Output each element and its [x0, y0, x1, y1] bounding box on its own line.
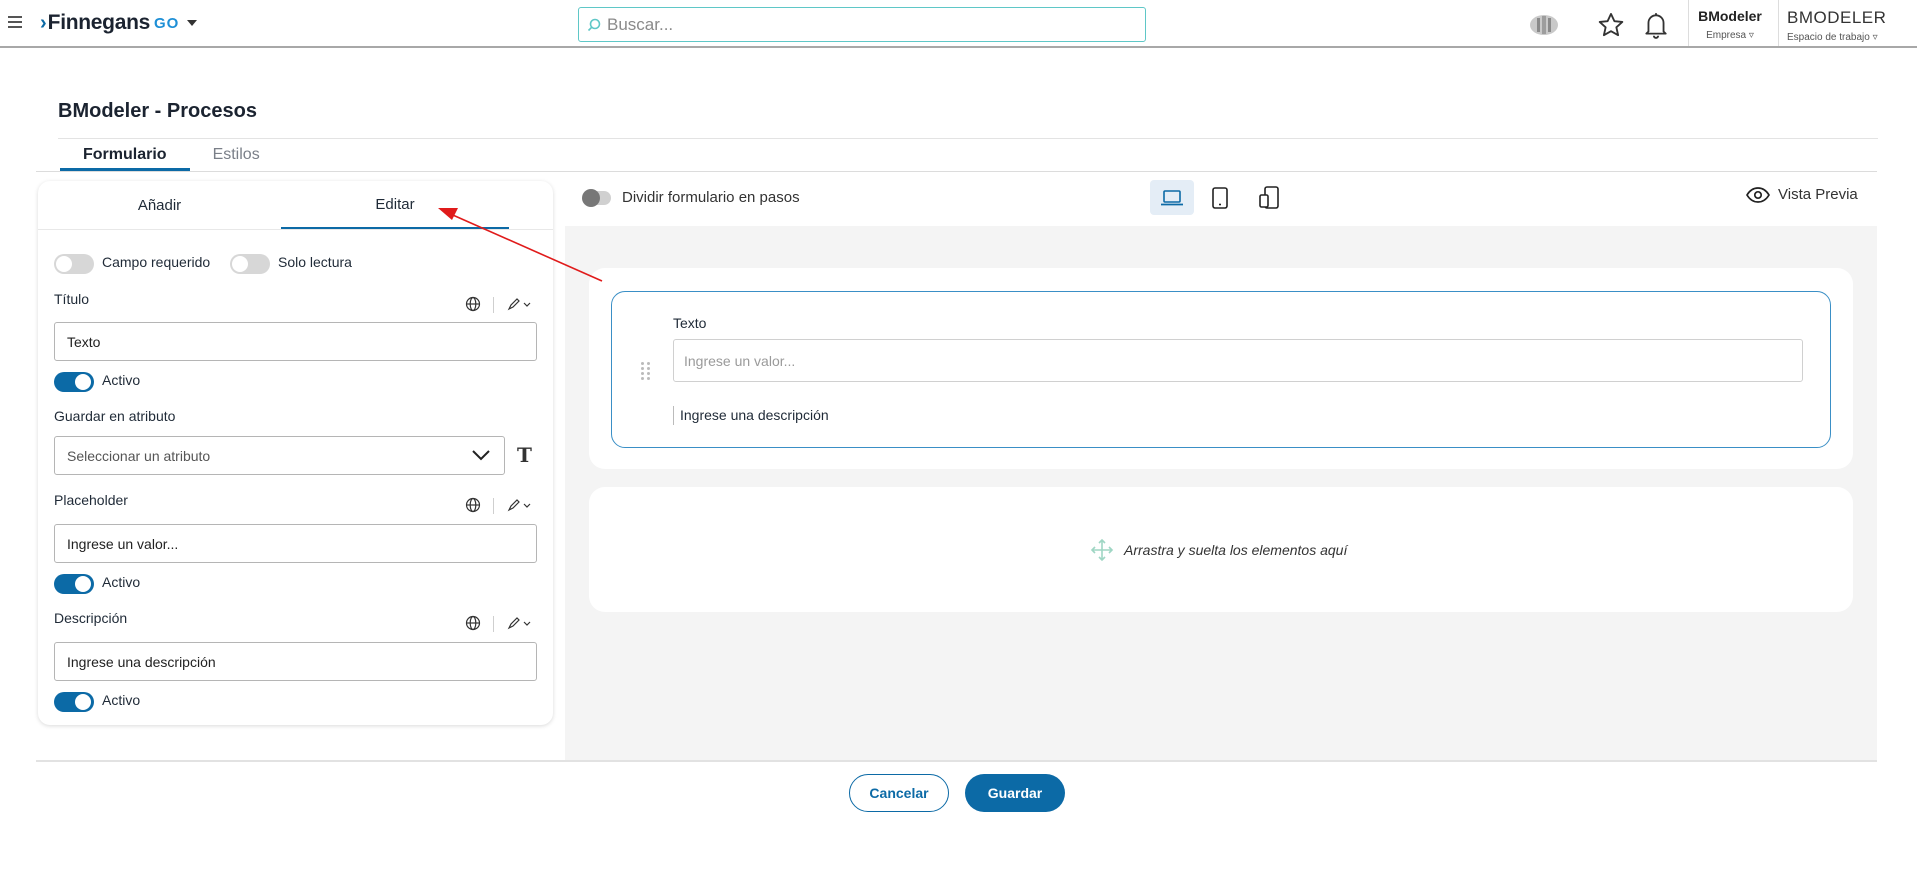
divider: [493, 297, 494, 313]
readonly-label: Solo lectura: [278, 254, 352, 270]
company-label: Empresa ▿: [1706, 30, 1754, 41]
description-input[interactable]: Ingrese una descripción: [54, 642, 537, 681]
style-brush-icon[interactable]: [504, 293, 534, 315]
mobile-icon: [1259, 185, 1279, 209]
title-active-label: Activo: [102, 372, 141, 388]
placeholder-active-label: Activo: [102, 574, 141, 590]
search-box[interactable]: [578, 7, 1146, 42]
save-button[interactable]: Guardar: [965, 774, 1065, 812]
workspace-selector[interactable]: BMODELER Espacio de trabajo ▿: [1787, 8, 1886, 43]
title-active-toggle[interactable]: [54, 372, 94, 392]
tabs-divider: [36, 171, 1877, 172]
placeholder-field-label: Placeholder: [54, 492, 128, 508]
split-steps-label: Dividir formulario en pasos: [622, 189, 800, 206]
form-field-description: Ingrese una descripción: [673, 406, 829, 425]
readonly-toggle[interactable]: [230, 254, 270, 274]
globe-icon[interactable]: [462, 612, 484, 634]
company-selector[interactable]: BModeler Empresa ▿: [1697, 8, 1763, 41]
search-icon: [587, 18, 601, 31]
attribute-select-placeholder: Seleccionar un atributo: [67, 447, 211, 464]
page-title: BModeler - Procesos: [58, 100, 257, 122]
attribute-field-label: Guardar en atributo: [54, 408, 176, 424]
move-icon: [1090, 538, 1114, 562]
title-field-label: Título: [54, 291, 90, 307]
workspace-label: Espacio de trabajo ▿: [1787, 32, 1878, 43]
caret-down-icon: [187, 20, 198, 26]
title-input[interactable]: Texto: [54, 322, 537, 361]
eye-icon: [1746, 186, 1770, 203]
drag-handle-icon[interactable]: [641, 362, 651, 380]
tab-formulario[interactable]: Formulario: [60, 140, 190, 171]
drop-zone-text: Arrastra y suelta los elementos aquí: [1124, 542, 1348, 558]
placeholder-active-toggle[interactable]: [54, 574, 94, 594]
company-name: BModeler: [1698, 8, 1762, 24]
text-type-icon[interactable]: T: [517, 443, 532, 467]
properties-panel: Añadir Editar Campo requerido Solo lectu…: [38, 181, 553, 725]
divider: [493, 498, 494, 514]
tablet-icon: [1212, 186, 1228, 209]
brand-chevron-icon: ›: [40, 11, 47, 34]
placeholder-input[interactable]: Ingrese un valor...: [54, 524, 537, 563]
required-label: Campo requerido: [102, 254, 211, 270]
description-field-label: Descripción: [54, 610, 128, 626]
panel-tab-anadir[interactable]: Añadir: [38, 181, 281, 229]
apps-logo-icon[interactable]: [1529, 10, 1559, 40]
preview-button[interactable]: Vista Previa: [1746, 186, 1858, 203]
globe-icon[interactable]: [462, 293, 484, 315]
bell-icon[interactable]: [1641, 10, 1671, 40]
panel-divider: [38, 229, 553, 230]
search-input[interactable]: [607, 14, 1107, 35]
preview-label: Vista Previa: [1778, 186, 1858, 203]
style-brush-icon[interactable]: [504, 494, 534, 516]
divider: [493, 616, 494, 632]
mobile-view-button[interactable]: [1247, 180, 1291, 215]
title-divider: [58, 138, 1878, 139]
star-icon[interactable]: [1596, 10, 1626, 40]
drop-zone: Arrastra y suelta los elementos aquí: [1090, 538, 1347, 562]
hamburger-menu-icon[interactable]: [8, 14, 22, 30]
attribute-select[interactable]: Seleccionar un atributo: [54, 436, 505, 475]
page-tabs: Formulario Estilos: [60, 140, 283, 172]
laptop-view-button[interactable]: [1150, 180, 1194, 215]
form-field-label: Texto: [673, 315, 707, 331]
globe-icon[interactable]: [462, 494, 484, 516]
tab-estilos[interactable]: Estilos: [190, 140, 283, 171]
description-active-label: Activo: [102, 692, 141, 708]
cancel-button[interactable]: Cancelar: [849, 774, 949, 812]
brand-name: Finnegans: [47, 11, 151, 34]
footer-divider: [36, 760, 1877, 762]
top-bar: › Finnegans GO BModeler Empresa ▿ BMODEL…: [0, 0, 1917, 48]
brand-suffix: GO: [153, 14, 180, 32]
form-field-input[interactable]: Ingrese un valor...: [673, 339, 1803, 382]
laptop-icon: [1161, 189, 1183, 205]
chevron-down-icon: [472, 450, 490, 461]
panel-tabs: Añadir Editar: [38, 181, 553, 229]
required-toggle[interactable]: [54, 254, 94, 274]
panel-tab-editar[interactable]: Editar: [281, 181, 509, 229]
divider: [1778, 0, 1779, 46]
description-active-toggle[interactable]: [54, 692, 94, 712]
workspace-name: BMODELER: [1787, 8, 1887, 27]
style-brush-icon[interactable]: [504, 612, 534, 634]
brand-logo[interactable]: › Finnegans GO: [40, 11, 198, 35]
tablet-view-button[interactable]: [1198, 180, 1242, 215]
split-steps-toggle[interactable]: [582, 189, 611, 207]
divider: [1688, 0, 1689, 46]
